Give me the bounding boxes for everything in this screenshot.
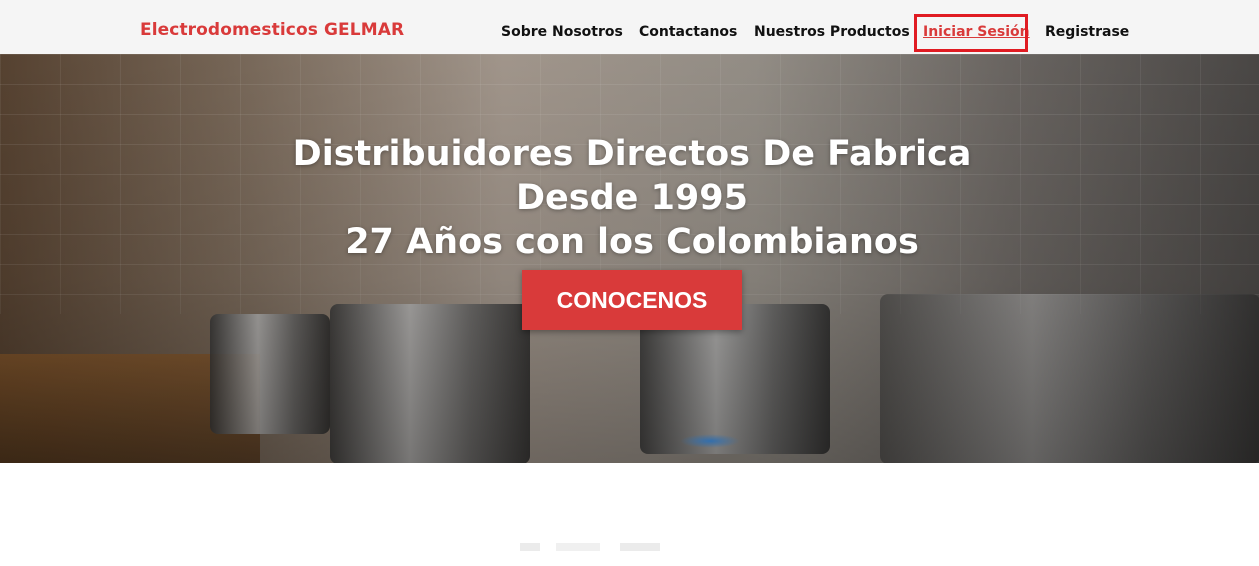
hero-title-line-3: 27 Años con los Colombianos — [345, 222, 919, 262]
nav-link-sobre-nosotros[interactable]: Sobre Nosotros — [501, 24, 623, 40]
hero-title-line-1: Distribuidores Directos De Fabrica — [292, 134, 972, 174]
conocenos-button[interactable]: CONOCENOS — [522, 270, 742, 330]
highlight-box — [914, 14, 1028, 52]
nav-link-nuestros-productos[interactable]: Nuestros Productos — [754, 24, 910, 40]
nav-link-registrase[interactable]: Registrase — [1045, 24, 1129, 40]
hero-banner: Distribuidores Directos De Fabrica Desde… — [0, 54, 1259, 463]
hero-title-line-2: Desde 1995 — [515, 178, 748, 218]
below-hero-section — [0, 463, 1259, 566]
hero-title: Distribuidores Directos De Fabrica Desde… — [0, 132, 1259, 264]
faint-section-heading — [520, 543, 720, 551]
top-navbar: Electrodomesticos GELMAR Sobre Nosotros … — [0, 0, 1259, 54]
nav-links: Sobre Nosotros Contactanos Nuestros Prod… — [0, 24, 1259, 44]
nav-link-contactanos[interactable]: Contactanos — [639, 24, 737, 40]
